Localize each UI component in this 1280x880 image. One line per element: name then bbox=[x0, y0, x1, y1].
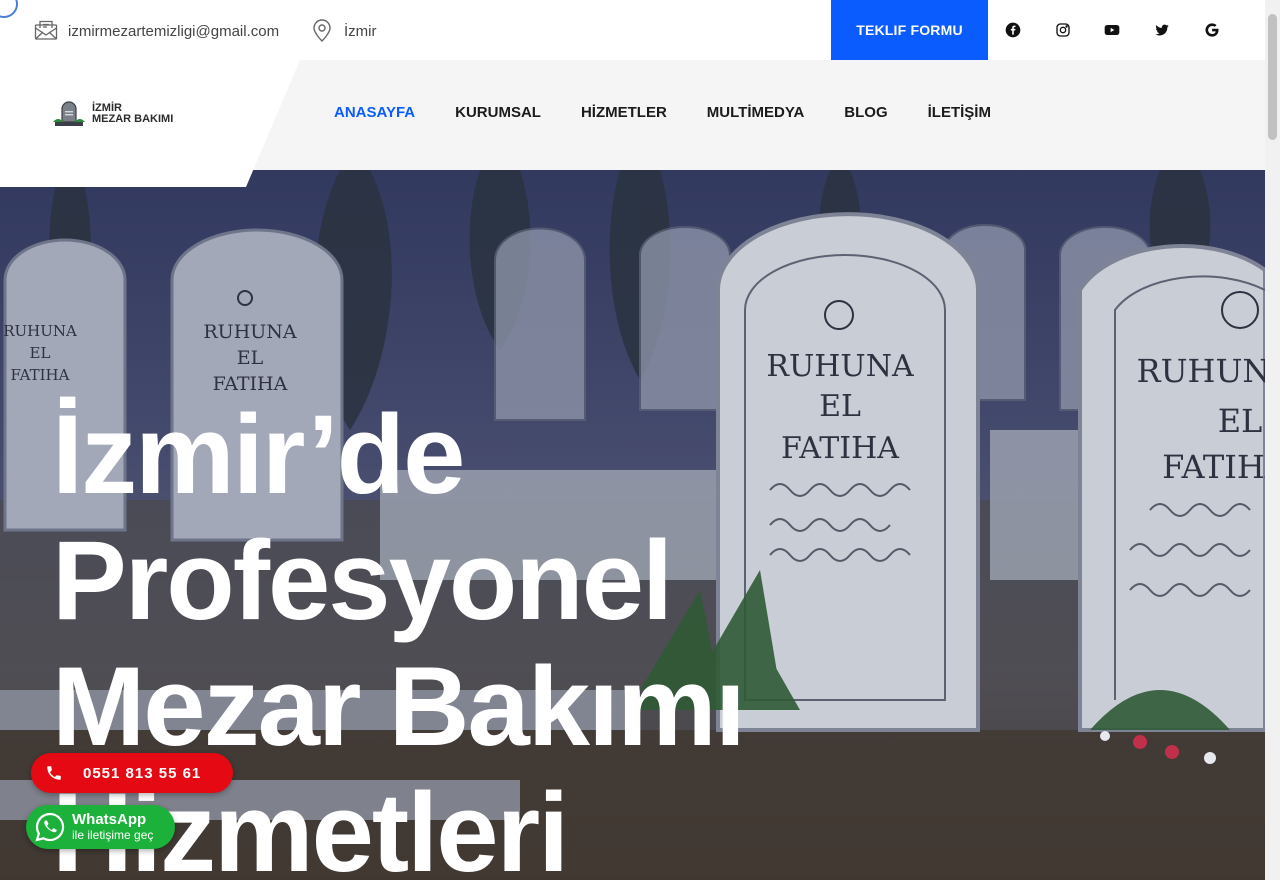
stone-text-2a: RUHUNA bbox=[203, 321, 297, 343]
tombstone-logo-icon bbox=[53, 101, 85, 126]
scrollbar-thumb[interactable] bbox=[1268, 14, 1277, 140]
page-scrollbar[interactable] bbox=[1265, 0, 1280, 880]
stone-text-4c: FATIHA bbox=[1162, 448, 1265, 486]
youtube-icon bbox=[1104, 25, 1120, 35]
stone-text-1a: RUHUNA bbox=[3, 322, 77, 340]
stone-text-4b: EL bbox=[1218, 402, 1263, 440]
stone-text-3a: RUHUNA bbox=[766, 349, 914, 384]
nav-item-anasayfa[interactable]: ANASAYFA bbox=[334, 104, 415, 121]
hero-title-line3: Mezar Bakımı bbox=[52, 644, 746, 769]
hero-title-line2: Profesyonel bbox=[52, 518, 673, 643]
top-location: İzmir bbox=[310, 18, 377, 44]
stone-text-1c: FATIHA bbox=[11, 366, 70, 384]
logo-line2: MEZAR BAKIMI bbox=[92, 113, 174, 125]
location-text: İzmir bbox=[344, 22, 377, 40]
facebook-link[interactable] bbox=[1003, 20, 1023, 40]
phone-number: 0551 813 55 61 bbox=[83, 764, 202, 782]
nav-item-hizmetler[interactable]: HİZMETLER bbox=[581, 104, 667, 121]
stone-text-2b: EL bbox=[237, 347, 264, 369]
offer-form-button[interactable]: TEKLIF FORMU bbox=[831, 0, 988, 60]
top-bar: izmirmezartemizligi@gmail.com İzmir TEKL… bbox=[0, 0, 1265, 60]
youtube-link[interactable] bbox=[1102, 20, 1122, 40]
email-icon bbox=[34, 20, 58, 40]
twitter-icon bbox=[1155, 24, 1169, 36]
instagram-icon bbox=[1056, 23, 1070, 37]
location-pin-icon bbox=[313, 19, 331, 42]
stone-text-1b: EL bbox=[30, 344, 51, 362]
phone-icon bbox=[47, 766, 61, 780]
google-icon bbox=[1205, 23, 1219, 37]
logo-wordmark: İZMİR MEZAR BAKIMI bbox=[92, 103, 173, 125]
call-phone-button[interactable]: 0551 813 55 61 bbox=[31, 753, 233, 793]
google-link[interactable] bbox=[1202, 20, 1222, 40]
whatsapp-label: WhatsApp ile iletişime geç bbox=[72, 811, 154, 843]
hero-title-line1: İzmir’de bbox=[52, 392, 465, 517]
stone-text-4a: RUHUNA bbox=[1136, 352, 1265, 390]
facebook-icon bbox=[1005, 22, 1021, 38]
instagram-link[interactable] bbox=[1053, 20, 1073, 40]
nav-item-blog[interactable]: BLOG bbox=[844, 104, 887, 121]
site-logo[interactable]: İZMİR MEZAR BAKIMI bbox=[52, 100, 173, 128]
twitter-link[interactable] bbox=[1152, 20, 1172, 40]
top-email[interactable]: izmirmezartemizligi@gmail.com bbox=[34, 18, 279, 44]
nav-item-multimedya[interactable]: MULTİMEDYA bbox=[707, 104, 805, 121]
whatsapp-icon bbox=[35, 812, 65, 842]
nav-item-iletisim[interactable]: İLETİŞİM bbox=[928, 104, 991, 121]
nav-item-kurumsal[interactable]: KURUMSAL bbox=[455, 104, 541, 121]
email-text: izmirmezartemizligi@gmail.com bbox=[68, 22, 280, 40]
whatsapp-title: WhatsApp bbox=[72, 811, 147, 828]
whatsapp-button[interactable]: WhatsApp ile iletişime geç bbox=[26, 805, 175, 849]
hero-title: İzmir’de Profesyonel Mezar Bakımı Hizmet… bbox=[52, 392, 952, 880]
main-nav: ANASAYFA KURUMSAL HİZMETLER MULTİMEDYA B… bbox=[334, 104, 1031, 121]
whatsapp-subtitle: ile iletişime geç bbox=[72, 828, 154, 842]
